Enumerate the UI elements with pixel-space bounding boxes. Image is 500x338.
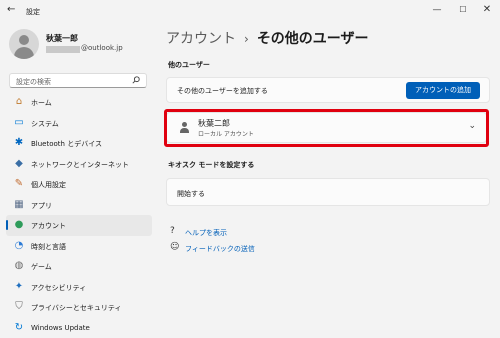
maximize-button[interactable]: ☐ [452,2,474,18]
close-button[interactable]: ✕ [476,2,498,18]
help-icon: ? [170,226,175,236]
avatar [9,29,39,59]
minimize-button[interactable]: — [426,2,448,18]
sidebar-item[interactable]: ● アカウント [6,215,152,236]
sidebar-item-label: ホーム [31,98,52,108]
sidebar-item[interactable]: ▭ システム [6,113,152,134]
back-arrow-icon[interactable]: ← [7,4,15,15]
bluetooth-icon: ✱ [13,137,25,149]
time-language-icon: ◔ [13,240,25,252]
windows-update-icon: ↻ [13,322,25,334]
other-users-title: 他のユーザー [168,60,210,70]
sidebar-item-label: 時刻と言語 [31,242,66,252]
sidebar-item-label: ゲーム [31,262,52,272]
sidebar-item[interactable]: ◍ ゲーム [6,256,152,277]
sidebar-item-label: アクセシビリティ [31,283,86,293]
home-icon: ⌂ [13,96,25,108]
user-profile: 秋葉一郎 @outlook.jp [9,29,169,63]
sidebar-item[interactable]: ✎ 個人用設定 [6,174,152,195]
breadcrumb-parent[interactable]: アカウント [166,31,236,47]
email-redaction [46,46,80,53]
sidebar-item[interactable]: ✦ アクセシビリティ [6,277,152,298]
feedback-icon: ☺ [170,242,179,252]
apps-icon: ▦ [13,199,25,211]
kiosk-title: キオスク モードを設定する [168,160,254,170]
app-title: 設定 [26,7,40,17]
sidebar-item-label: システム [31,119,59,129]
feedback-link[interactable]: フィードバックの送信 [185,244,255,254]
search-icon [132,76,140,86]
breadcrumb-separator: › [244,32,249,46]
sidebar-item[interactable]: ✱ Bluetooth とデバイス [6,133,152,154]
sidebar-item-label: Windows Update [31,324,90,332]
page-title: その他のユーザー [257,31,369,47]
user-name: 秋葉一郎 [46,33,78,44]
privacy-icon: ⛉ [13,301,25,313]
sidebar-nav: ⌂ ホーム ▭ システム ✱ Bluetooth とデバイス ◆ ネットワークとインターネット… [6,92,152,338]
sidebar-item-label: アカウント [31,221,66,231]
add-user-card: その他のユーザーを追加する アカウントの追加 [166,77,490,103]
breadcrumb: アカウント › その他のユーザー [166,28,369,48]
accessibility-icon: ✦ [13,281,25,293]
sidebar-item-label: Bluetooth とデバイス [31,139,102,149]
sidebar-item-label: アプリ [31,201,52,211]
highlight-frame [164,109,489,147]
user-email: @outlook.jp [81,44,123,52]
add-user-text: その他のユーザーを追加する [177,86,268,96]
search-placeholder: 設定の検索 [16,77,51,87]
sidebar-item[interactable]: ⛉ プライバシーとセキュリティ [6,297,152,318]
kiosk-start: 開始する [177,189,205,199]
sidebar-item-label: ネットワークとインターネット [31,160,129,170]
network-icon: ◆ [13,158,25,170]
add-account-button[interactable]: アカウントの追加 [406,82,480,99]
sidebar-item[interactable]: ⌂ ホーム [6,92,152,113]
personalization-icon: ✎ [13,178,25,190]
system-icon: ▭ [13,117,25,129]
search-input[interactable]: 設定の検索 [9,73,147,88]
sidebar-item[interactable]: ◆ ネットワークとインターネット [6,154,152,175]
gaming-icon: ◍ [13,260,25,272]
kiosk-card[interactable]: 開始する [166,178,490,206]
title-bar: ← 設定 — ☐ ✕ [0,0,500,22]
sidebar-item-label: 個人用設定 [31,180,66,190]
help-link[interactable]: ヘルプを表示 [185,228,227,238]
accounts-icon: ● [13,219,25,231]
sidebar-item[interactable]: ▦ アプリ [6,195,152,216]
sidebar-item-label: プライバシーとセキュリティ [31,303,121,313]
sidebar-item[interactable]: ↻ Windows Update [6,318,152,338]
sidebar-item[interactable]: ◔ 時刻と言語 [6,236,152,257]
